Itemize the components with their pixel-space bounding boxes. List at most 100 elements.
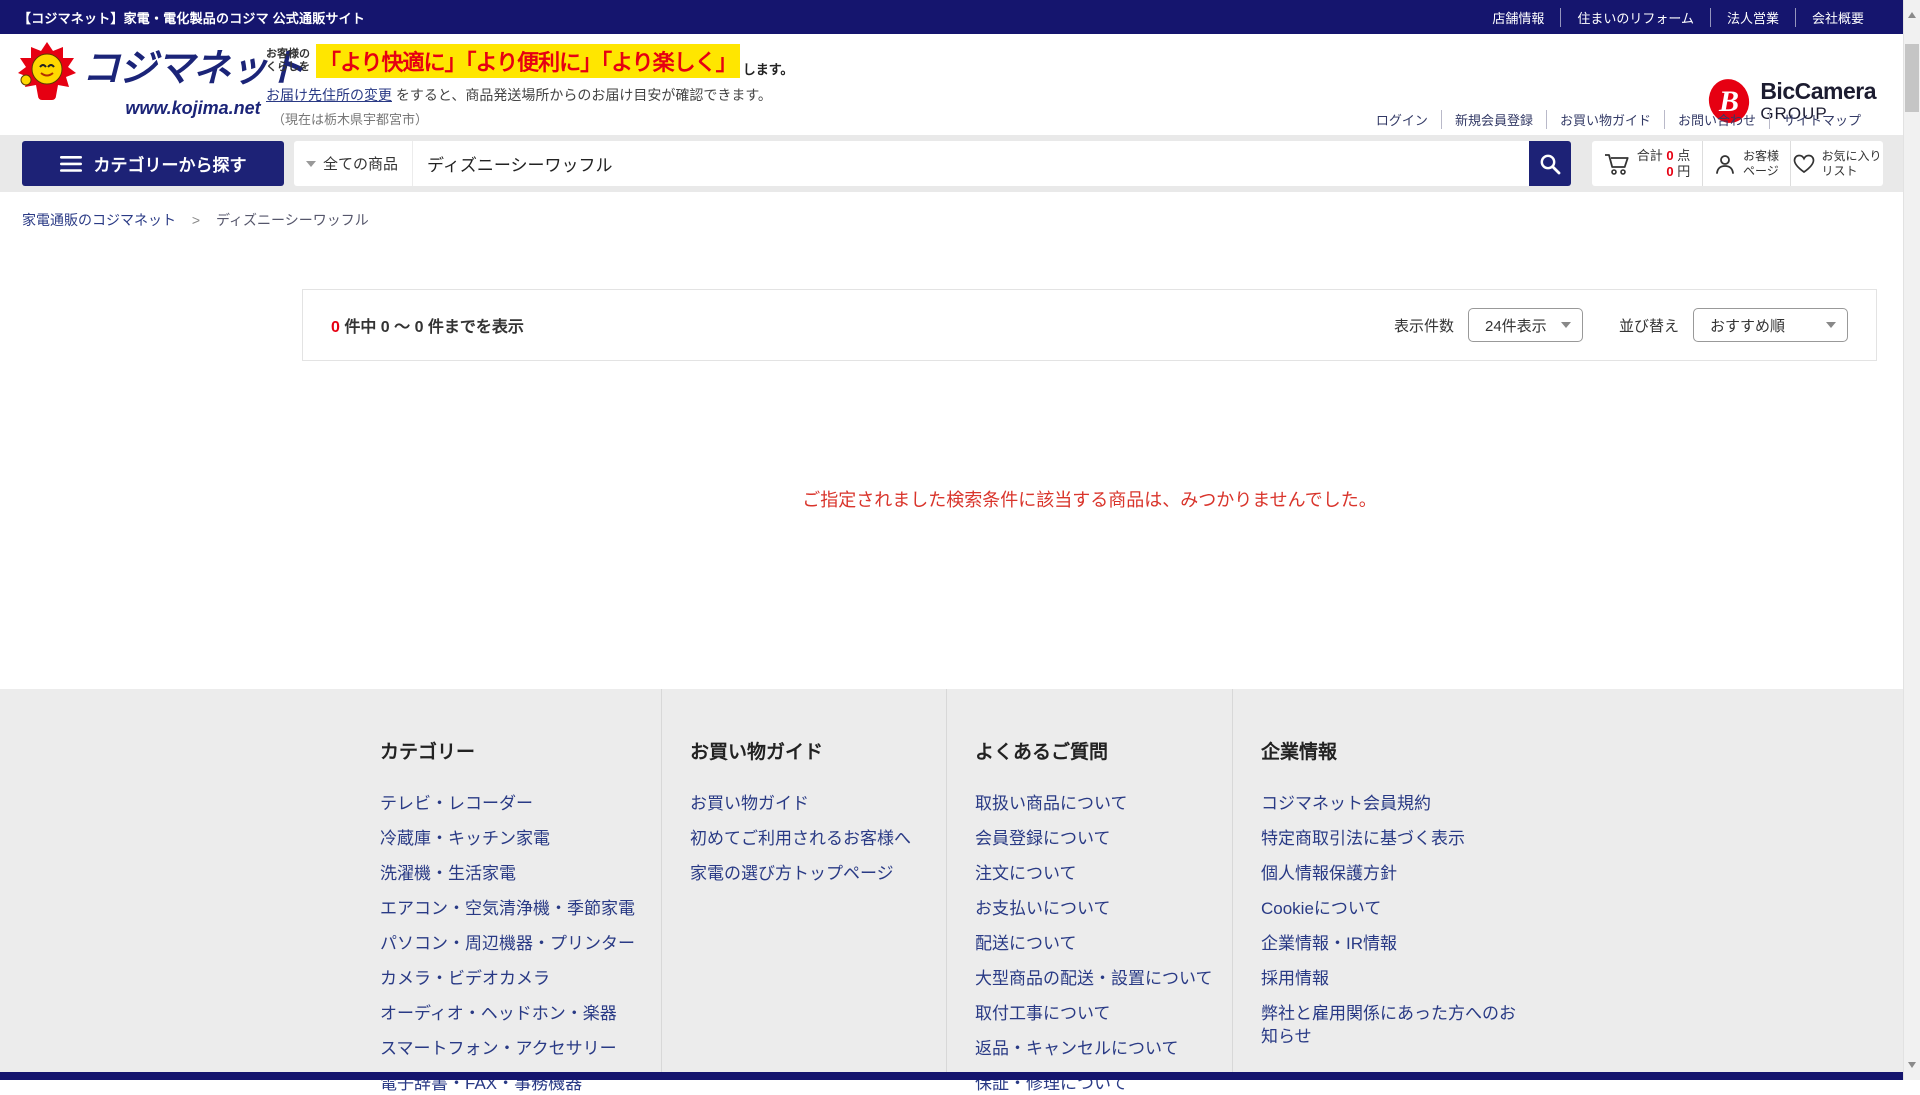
site-label: 【コジマネット】家電・電化製品のコジマ 公式通販サイト: [18, 8, 365, 27]
footer-link[interactable]: テレビ・レコーダー: [380, 794, 533, 813]
topbar-link[interactable]: 住まいのリフォーム: [1560, 8, 1710, 27]
footer-link[interactable]: 特定商取引法に基づく表示: [1261, 829, 1465, 848]
hamburger-icon: [60, 156, 82, 172]
footer-link[interactable]: カメラ・ビデオカメラ: [380, 969, 550, 988]
header-nav-link[interactable]: ログイン: [1363, 110, 1441, 129]
header-nav-links: ログイン新規会員登録お買い物ガイドお問い合わせサイトマップ: [1363, 110, 1874, 129]
footer-column-title: よくあるご質問: [975, 737, 1232, 764]
account-label-1: お客様: [1743, 149, 1779, 164]
footer-link-list: テレビ・レコーダー冷蔵庫・キッチン家電洗濯機・生活家電エアコン・空気清浄機・季節…: [380, 792, 661, 1095]
footer-list-item: オーディオ・ヘッドホン・楽器: [380, 1002, 661, 1025]
footer-list-item: 特定商取引法に基づく表示: [1261, 827, 1532, 850]
footer-link[interactable]: スマートフォン・アクセサリー: [380, 1039, 617, 1058]
account-page-button[interactable]: お客様 ページ: [1702, 141, 1790, 186]
footer-link[interactable]: お支払いについて: [975, 899, 1111, 918]
topbar-links: 店舗情報住まいのリフォーム法人営業会社概要: [1476, 8, 1880, 27]
tagline-prefix-1: お客様の: [266, 48, 310, 61]
topbar: 【コジマネット】家電・電化製品のコジマ 公式通販サイト 店舗情報住まいのリフォー…: [0, 0, 1920, 34]
footer-column: よくあるご質問取扱い商品について会員登録について注文についてお支払いについて配送…: [946, 689, 1232, 1072]
delivery-current-location: （現在は栃木県宇都宮市）: [266, 109, 793, 128]
footer-list-item: 冷蔵庫・キッチン家電: [380, 827, 661, 850]
footer-link[interactable]: 大型商品の配送・設置について: [975, 969, 1213, 988]
footer-link[interactable]: 冷蔵庫・キッチン家電: [380, 829, 550, 848]
display-count-select[interactable]: 24件表示: [1468, 308, 1583, 342]
footer-link[interactable]: お買い物ガイド: [690, 794, 809, 813]
category-menu-button[interactable]: カテゴリーから探す: [22, 141, 284, 186]
scrollbar-thumb[interactable]: [1905, 44, 1919, 112]
footer-link-list: 取扱い商品について会員登録について注文についてお支払いについて配送について大型商…: [975, 792, 1232, 1095]
heart-icon: [1793, 154, 1815, 174]
dropdown-caret-icon: [306, 161, 316, 167]
footer-list-item: 取扱い商品について: [975, 792, 1232, 815]
footer-link[interactable]: 配送について: [975, 934, 1077, 953]
footer-link[interactable]: 洗濯機・生活家電: [380, 864, 516, 883]
footer-link[interactable]: オーディオ・ヘッドホン・楽器: [380, 1004, 617, 1023]
quick-panel: 合計 0 点 0 円 お客様 ページ: [1592, 141, 1883, 186]
header-nav-link[interactable]: お問い合わせ: [1664, 110, 1769, 129]
scrollbar-down-arrow-icon[interactable]: [1908, 1062, 1916, 1068]
tagline-highlight: 「より快適に」「より便利に」「より楽しく」: [316, 44, 740, 78]
footer-link[interactable]: Cookieについて: [1261, 899, 1381, 918]
footer-list-item: テレビ・レコーダー: [380, 792, 661, 815]
display-count-label: 表示件数: [1394, 315, 1454, 336]
favorites-button[interactable]: お気に入り リスト: [1790, 141, 1883, 186]
breadcrumb-home-link[interactable]: 家電通販のコジマネット: [22, 212, 176, 228]
topbar-link[interactable]: 会社概要: [1795, 8, 1880, 27]
tagline-suffix: します。: [743, 59, 794, 78]
search-button[interactable]: [1529, 141, 1571, 186]
footer-link[interactable]: 企業情報・IR情報: [1261, 934, 1397, 953]
search-scope-select[interactable]: 全ての商品: [294, 141, 413, 186]
delivery-address-link[interactable]: お届け先住所の変更: [266, 87, 392, 103]
footer-link[interactable]: 取付工事について: [975, 1004, 1111, 1023]
footer-list-item: 配送について: [975, 932, 1232, 955]
sort-select[interactable]: おすすめ順: [1693, 308, 1848, 342]
footer-column: 企業情報コジマネット会員規約特定商取引法に基づく表示個人情報保護方針Cookie…: [1232, 689, 1532, 1072]
header-nav-link[interactable]: サイトマップ: [1769, 110, 1874, 129]
footer-list-item: お買い物ガイド: [690, 792, 946, 815]
footer-link[interactable]: 取扱い商品について: [975, 794, 1128, 813]
footer-list-item: カメラ・ビデオカメラ: [380, 967, 661, 990]
footer-link[interactable]: 会員登録について: [975, 829, 1111, 848]
cart-count: 0: [1666, 148, 1673, 163]
topbar-link[interactable]: 店舗情報: [1476, 8, 1560, 27]
account-label-2: ページ: [1743, 164, 1779, 179]
kojima-logo[interactable]: コジマネット www.kojima.net: [16, 40, 304, 118]
footer-link[interactable]: 注文について: [975, 864, 1077, 883]
footer-list-item: 洗濯機・生活家電: [380, 862, 661, 885]
footer-list-item: 取付工事について: [975, 1002, 1232, 1025]
footer-list-item: 会員登録について: [975, 827, 1232, 850]
footer-link[interactable]: 個人情報保護方針: [1261, 864, 1397, 883]
search-strip: カテゴリーから探す 全ての商品: [0, 135, 1920, 192]
footer-list-item: コジマネット会員規約: [1261, 792, 1532, 815]
header-nav-link[interactable]: お買い物ガイド: [1546, 110, 1664, 129]
breadcrumb: 家電通販のコジマネット > ディズニーシーワッフル: [0, 192, 1920, 230]
favorites-label-2: リスト: [1822, 164, 1882, 179]
results-count-zero: 0: [331, 319, 340, 336]
results-toolbar: 0 件中 0 ～ 0 件までを表示 表示件数 24件表示 並び替え おすすめ順: [302, 289, 1877, 361]
footer-link[interactable]: コジマネット会員規約: [1261, 794, 1431, 813]
footer-link[interactable]: エアコン・空気清浄機・季節家電: [380, 899, 635, 918]
cart-amount-unit: 円: [1677, 164, 1690, 179]
footer-list-item: 弊社と雇用関係にあった方へのお知らせ: [1261, 1002, 1532, 1048]
search-input[interactable]: [413, 141, 1529, 186]
header: コジマネット www.kojima.net お客様の くらしを 「より快適に」「…: [0, 34, 1920, 135]
footer-link[interactable]: 初めてご利用されるお客様へ: [690, 829, 911, 848]
footer-list-item: Cookieについて: [1261, 897, 1532, 920]
header-tagline: お客様の くらしを 「より快適に」「より便利に」「より楽しく」 します。 お届け…: [266, 44, 793, 128]
header-nav-link[interactable]: 新規会員登録: [1441, 110, 1546, 129]
scrollbar-up-arrow-icon[interactable]: [1908, 12, 1916, 18]
footer-link[interactable]: 採用情報: [1261, 969, 1329, 988]
footer-link-list: コジマネット会員規約特定商取引法に基づく表示個人情報保護方針 Cookieについて…: [1261, 792, 1532, 1048]
footer-link[interactable]: 弊社と雇用関係にあった方へのお知らせ: [1261, 1004, 1516, 1046]
footer-link[interactable]: パソコン・周辺機器・プリンター: [380, 934, 635, 953]
display-count-value: 24件表示: [1485, 315, 1547, 336]
footer-link[interactable]: 返品・キャンセルについて: [975, 1039, 1179, 1058]
topbar-link[interactable]: 法人営業: [1710, 8, 1795, 27]
kojima-mascot-icon: [16, 40, 78, 104]
footer-link[interactable]: 家電の選び方トップページ: [690, 864, 894, 883]
vertical-scrollbar[interactable]: [1903, 0, 1920, 1080]
cart-button[interactable]: 合計 0 点 0 円: [1592, 141, 1702, 186]
footer-list-item: 個人情報保護方針: [1261, 862, 1532, 885]
footer-list-item: 家電の選び方トップページ: [690, 862, 946, 885]
results-count-rest: 件中 0 ～ 0 件までを表示: [340, 319, 524, 336]
